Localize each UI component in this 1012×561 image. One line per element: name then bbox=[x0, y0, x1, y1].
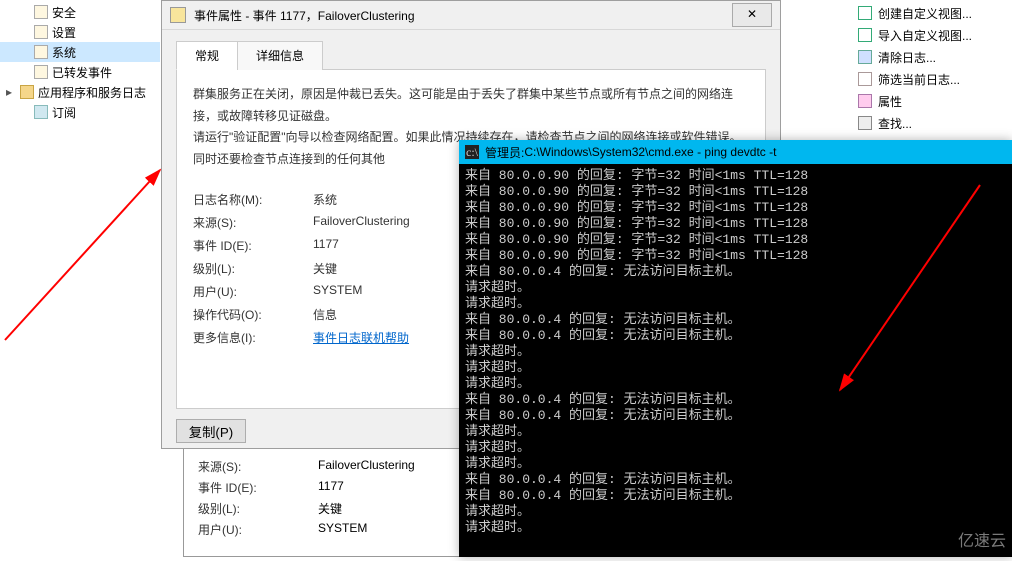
bg-source-value: FailoverClustering bbox=[318, 458, 415, 475]
action-label: 筛选当前日志... bbox=[878, 71, 960, 88]
dialog-icon bbox=[170, 7, 186, 23]
cmd-title-prefix: 管理员: bbox=[485, 144, 524, 161]
action-properties[interactable]: 属性 bbox=[852, 90, 1012, 112]
tree-label: 已转发事件 bbox=[52, 64, 112, 81]
properties-icon bbox=[858, 94, 872, 108]
action-label: 创建自定义视图... bbox=[878, 5, 972, 22]
log-name-value: 系统 bbox=[313, 191, 337, 208]
user-value: SYSTEM bbox=[313, 283, 362, 300]
tree-item-app-services[interactable]: ▸ 应用程序和服务日志 bbox=[0, 82, 160, 102]
source-label: 来源(S): bbox=[193, 214, 313, 231]
bg-eventid-value: 1177 bbox=[318, 479, 344, 496]
cmd-title-path: C:\Windows\System32\cmd.exe - ping devdt… bbox=[524, 145, 776, 159]
tab-general[interactable]: 常规 bbox=[176, 41, 238, 70]
tab-strip: 常规 详细信息 bbox=[176, 40, 766, 70]
tab-details[interactable]: 详细信息 bbox=[237, 41, 323, 70]
close-button[interactable]: ✕ bbox=[732, 3, 772, 27]
create-view-icon bbox=[858, 6, 872, 20]
bg-level-label: 级别(L): bbox=[198, 500, 318, 517]
eventid-label: 事件 ID(E): bbox=[193, 237, 313, 254]
opcode-value: 信息 bbox=[313, 306, 337, 323]
action-label: 查找... bbox=[878, 115, 912, 132]
bg-eventid-label: 事件 ID(E): bbox=[198, 479, 318, 496]
action-clear-log[interactable]: 清除日志... bbox=[852, 46, 1012, 68]
log-icon bbox=[34, 5, 48, 19]
dialog-titlebar[interactable]: 事件属性 - 事件 1177，FailoverClustering ✕ bbox=[162, 1, 780, 30]
filter-log-icon bbox=[858, 72, 872, 86]
log-name-label: 日志名称(M): bbox=[193, 191, 313, 208]
action-filter-log[interactable]: 筛选当前日志... bbox=[852, 68, 1012, 90]
tree-item-system[interactable]: 系统 bbox=[0, 42, 160, 62]
action-find[interactable]: 查找... bbox=[852, 112, 1012, 134]
source-value: FailoverClustering bbox=[313, 214, 410, 231]
expand-icon[interactable]: ▸ bbox=[4, 87, 14, 97]
tree-label: 应用程序和服务日志 bbox=[38, 84, 146, 101]
log-icon bbox=[34, 65, 48, 79]
find-icon bbox=[858, 116, 872, 130]
moreinfo-link[interactable]: 事件日志联机帮助 bbox=[313, 329, 409, 346]
opcode-label: 操作代码(O): bbox=[193, 306, 313, 323]
bg-user-label: 用户(U): bbox=[198, 521, 318, 538]
cmd-icon: c:\ bbox=[465, 145, 479, 159]
eventid-value: 1177 bbox=[313, 237, 339, 254]
action-label: 清除日志... bbox=[878, 49, 936, 66]
copy-button[interactable]: 复制(P) bbox=[176, 419, 246, 443]
tree-label: 订阅 bbox=[52, 104, 76, 121]
tree-label: 设置 bbox=[52, 24, 76, 41]
import-view-icon bbox=[858, 28, 872, 42]
event-tree: 安全 设置 系统 已转发事件 ▸ 应用程序和服务日志 订阅 bbox=[0, 0, 160, 561]
log-icon bbox=[34, 45, 48, 59]
bg-source-label: 来源(S): bbox=[198, 458, 318, 475]
tree-item-setup[interactable]: 设置 bbox=[0, 22, 160, 42]
clear-log-icon bbox=[858, 50, 872, 64]
level-value: 关键 bbox=[313, 260, 337, 277]
action-label: 导入自定义视图... bbox=[878, 27, 972, 44]
action-create-view[interactable]: 创建自定义视图... bbox=[852, 2, 1012, 24]
action-import-view[interactable]: 导入自定义视图... bbox=[852, 24, 1012, 46]
cmd-window[interactable]: c:\ 管理员: C:\Windows\System32\cmd.exe - p… bbox=[459, 140, 1012, 557]
tree-item-forwarded[interactable]: 已转发事件 bbox=[0, 62, 160, 82]
tree-item-security[interactable]: 安全 bbox=[0, 2, 160, 22]
log-icon bbox=[34, 25, 48, 39]
level-label: 级别(L): bbox=[193, 260, 313, 277]
folder-icon bbox=[20, 85, 34, 99]
cmd-titlebar[interactable]: c:\ 管理员: C:\Windows\System32\cmd.exe - p… bbox=[459, 140, 1012, 164]
watermark: 亿速云 bbox=[958, 527, 1006, 551]
cmd-output[interactable]: 来自 80.0.0.90 的回复: 字节=32 时间<1ms TTL=128 来… bbox=[459, 164, 1012, 540]
actions-pane: 创建自定义视图... 导入自定义视图... 清除日志... 筛选当前日志... … bbox=[852, 0, 1012, 136]
tree-label: 系统 bbox=[52, 44, 76, 61]
bg-level-value: 关键 bbox=[318, 500, 342, 517]
bg-user-value: SYSTEM bbox=[318, 521, 367, 538]
dialog-title: 事件属性 - 事件 1177，FailoverClustering bbox=[194, 7, 732, 24]
action-label: 属性 bbox=[878, 93, 902, 110]
user-label: 用户(U): bbox=[193, 283, 313, 300]
moreinfo-label: 更多信息(I): bbox=[193, 329, 313, 346]
event-description-1: 群集服务正在关闭，原因是仲裁已丢失。这可能是由于丢失了群集中某些节点或所有节点之… bbox=[193, 84, 749, 127]
tree-item-subscriptions[interactable]: 订阅 bbox=[0, 102, 160, 122]
tree-label: 安全 bbox=[52, 4, 76, 21]
subscriptions-icon bbox=[34, 105, 48, 119]
